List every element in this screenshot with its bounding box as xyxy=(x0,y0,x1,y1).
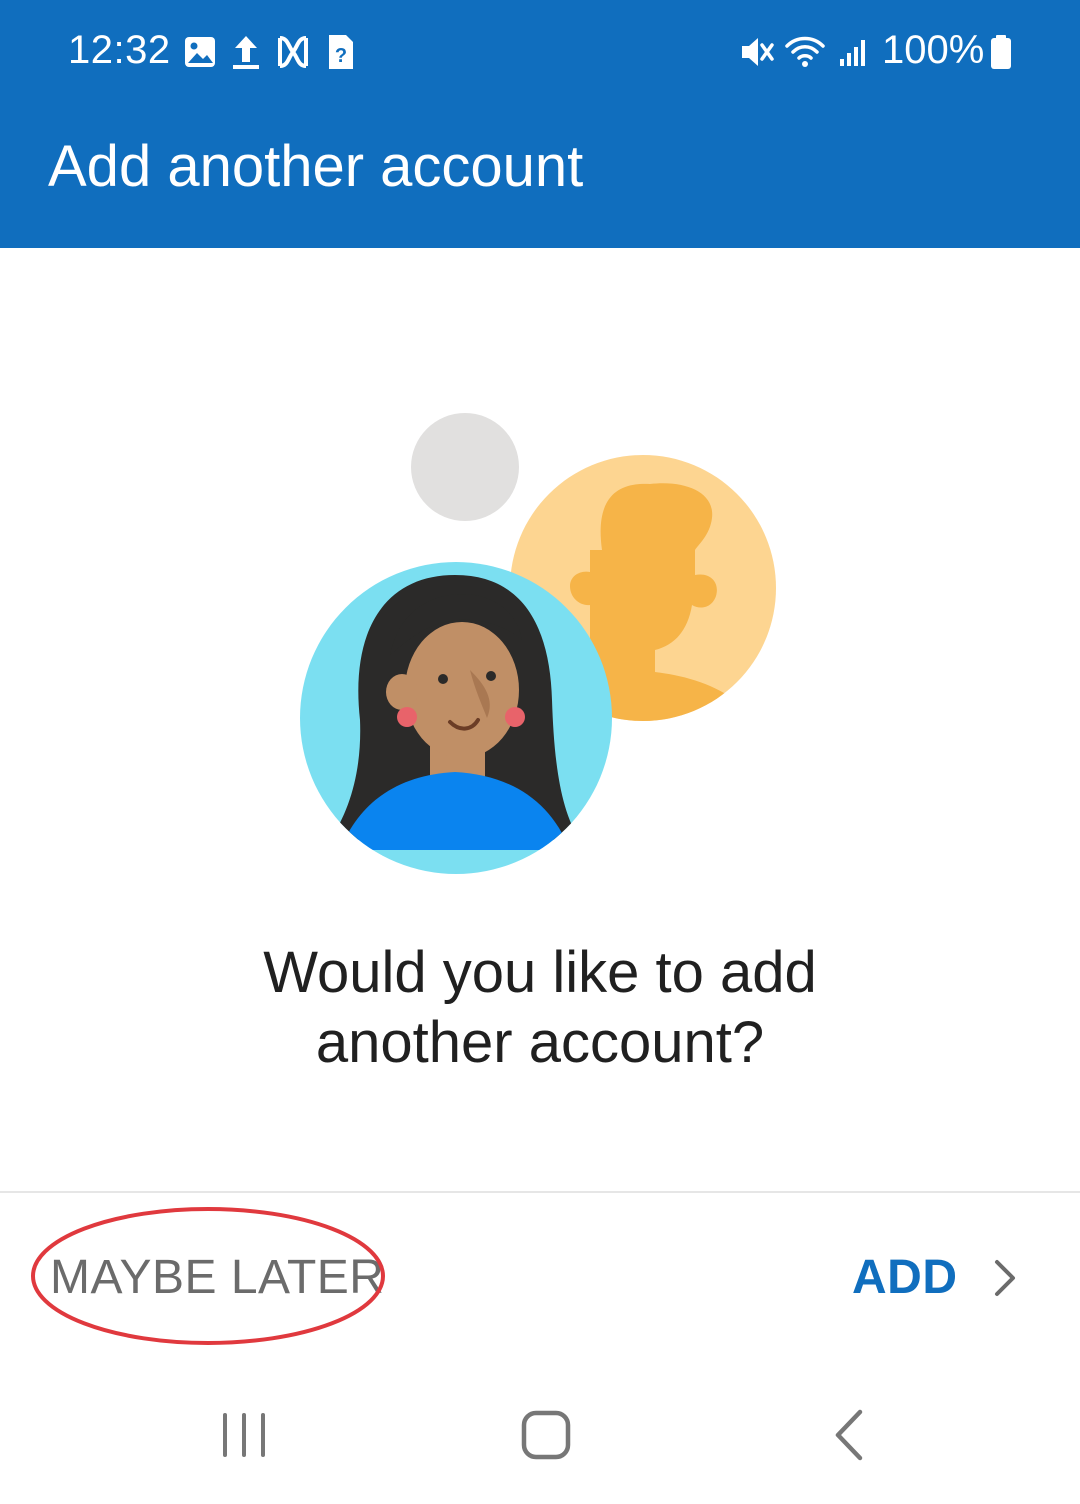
divider xyxy=(0,1191,1080,1193)
front-avatar xyxy=(300,562,612,874)
status-time: 12:32 xyxy=(68,28,171,72)
battery-percentage: 100% xyxy=(882,28,985,72)
question-line-2: another account? xyxy=(315,1010,765,1075)
question-line-1: Would you like to add xyxy=(263,940,817,1005)
recents-icon[interactable] xyxy=(204,1400,284,1470)
home-icon[interactable] xyxy=(506,1400,586,1470)
back-icon[interactable] xyxy=(810,1400,890,1470)
battery-full-icon xyxy=(991,35,1011,69)
svg-text:?: ? xyxy=(335,45,347,67)
vibrate-mute-icon xyxy=(742,38,774,66)
page-title: Add another account xyxy=(48,134,584,199)
accounts-illustration xyxy=(300,413,776,874)
maybe-later-button[interactable]: MAYBE LATER xyxy=(50,1248,384,1308)
wifi-icon xyxy=(785,36,825,67)
add-account-question: Would you like to add another account? xyxy=(140,938,940,1078)
unknown-file-icon: ? xyxy=(329,35,353,69)
placeholder-avatar-circle xyxy=(411,413,519,521)
signal-icon xyxy=(840,40,865,66)
add-button-label: ADD xyxy=(852,1251,958,1304)
image-icon xyxy=(185,37,215,67)
add-account-screen: 12:32 ? 100% Add another account Would y… xyxy=(0,0,1080,1504)
upload-icon xyxy=(233,36,259,69)
header: 12:32 ? 100% Add another account xyxy=(0,0,1080,248)
link-app-icon xyxy=(278,36,308,68)
chevron-right-icon xyxy=(995,1260,1015,1296)
